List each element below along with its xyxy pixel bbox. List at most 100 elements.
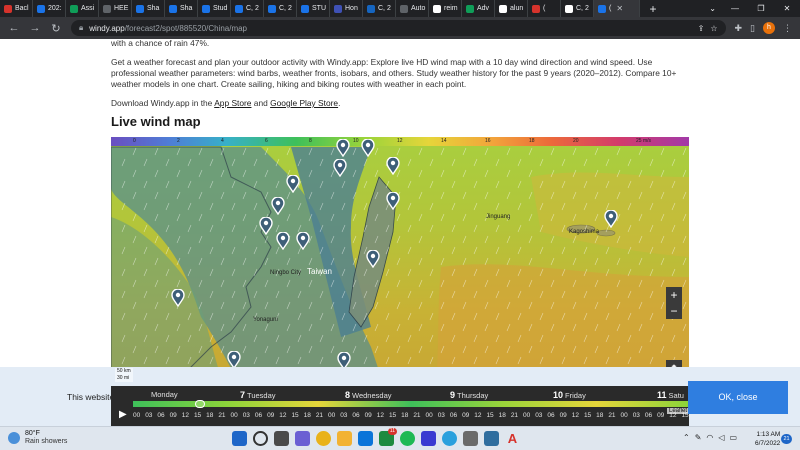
timeline-hour[interactable]: 09 (462, 410, 469, 422)
timeline-hour[interactable]: 00 (231, 410, 238, 422)
map-pin-icon[interactable] (333, 158, 347, 178)
timeline-hour[interactable]: 21 (608, 410, 615, 422)
timeline-hour[interactable]: 06 (645, 410, 652, 422)
file-explorer-icon[interactable] (337, 431, 352, 446)
timeline-hour[interactable]: 06 (157, 410, 164, 422)
map-pin-icon[interactable] (259, 216, 273, 236)
timeline-hour[interactable]: 09 (365, 410, 372, 422)
address-bar[interactable]: 🔒︎ windy.app/forecast2/spot/885520/China… (71, 20, 726, 36)
minimize-icon[interactable]: — (722, 0, 748, 17)
browser-tab[interactable]: Adv (462, 0, 495, 17)
chevron-up-icon[interactable]: ⌃ (683, 433, 690, 442)
timeline-hour[interactable]: 15 (291, 410, 298, 422)
profile-avatar[interactable]: h (763, 22, 775, 34)
timeline-handle[interactable] (195, 400, 205, 408)
map-pin-icon[interactable] (296, 231, 310, 251)
browser-tab[interactable]: ( (528, 0, 561, 17)
map-pin-icon[interactable] (336, 138, 350, 158)
browser-tab[interactable]: C, 2 (363, 0, 396, 17)
timeline-hour[interactable]: 18 (206, 410, 213, 422)
timeline-hour[interactable]: 12 (474, 410, 481, 422)
timeline-hour[interactable]: 18 (499, 410, 506, 422)
editor-icon[interactable] (421, 431, 436, 446)
tab-close-icon[interactable]: ✕ (616, 4, 623, 13)
forecast-timeline[interactable]: 50 km 30 mi Monday 7 Tuesday 8 Wednesday 9 Thur… (111, 368, 689, 426)
teams-icon[interactable] (295, 431, 310, 446)
timeline-hour[interactable]: 03 (145, 410, 152, 422)
edge-icon[interactable] (358, 431, 373, 446)
google-play-link[interactable]: Google Play Store (270, 98, 338, 108)
timeline-hour[interactable]: 15 (486, 410, 493, 422)
browser-tab[interactable]: Sha (132, 0, 165, 17)
map-pin-icon[interactable] (276, 231, 290, 251)
photos-icon[interactable] (484, 431, 499, 446)
volume-icon[interactable]: ◁ (718, 433, 724, 442)
timeline-hour[interactable]: 06 (547, 410, 554, 422)
bookmark-star-icon[interactable]: ☆ (710, 24, 717, 33)
leaflet-attribution[interactable]: Leaflet (666, 408, 689, 414)
whatsapp-icon[interactable]: 11 (379, 428, 397, 446)
timeline-hour[interactable]: 03 (340, 410, 347, 422)
timeline-hour[interactable]: 00 (328, 410, 335, 422)
timeline-hour[interactable]: 15 (194, 410, 201, 422)
timeline-hour[interactable]: 18 (401, 410, 408, 422)
timeline-hour[interactable]: 00 (133, 410, 140, 422)
sidebar-icon[interactable]: ▯ (750, 23, 755, 34)
map-pin-icon[interactable] (286, 174, 300, 194)
timeline-hour[interactable]: 12 (377, 410, 384, 422)
timeline-hour[interactable]: 21 (511, 410, 518, 422)
timeline-day[interactable]: Monday (151, 390, 178, 399)
new-tab-icon[interactable]: + (646, 2, 660, 16)
browser-tab[interactable]: alun (495, 0, 528, 17)
app-store-link[interactable]: App Store (214, 98, 251, 108)
map-pin-icon[interactable] (366, 249, 380, 269)
timeline-bar[interactable] (133, 401, 689, 407)
map-pin-icon[interactable] (386, 156, 400, 176)
timeline-hour[interactable]: 06 (352, 410, 359, 422)
timeline-hour[interactable]: 00 (523, 410, 530, 422)
pen-icon[interactable]: ✎ (695, 433, 702, 442)
forward-icon[interactable]: → (29, 22, 41, 34)
timeline-hour[interactable]: 18 (596, 410, 603, 422)
timeline-hour[interactable]: 09 (657, 410, 664, 422)
cookie-ok-button[interactable]: OK, close (688, 381, 788, 414)
wifi-icon[interactable]: ◠ (706, 433, 713, 442)
play-button[interactable]: ▶ (119, 409, 127, 420)
reload-icon[interactable]: ↻ (50, 22, 62, 35)
timeline-hour[interactable]: 09 (267, 410, 274, 422)
browser-tab[interactable]: C, 2 (561, 0, 594, 17)
browser-tab[interactable]: 202: (33, 0, 66, 17)
timeline-hour[interactable]: 12 (182, 410, 189, 422)
browser-tab[interactable]: STU (297, 0, 330, 17)
menu-icon[interactable]: ⋮ (783, 23, 792, 34)
timeline-day[interactable]: 7 Tuesday (240, 390, 276, 400)
browser-tab[interactable]: C, 2 (264, 0, 297, 17)
timeline-hour[interactable]: 12 (572, 410, 579, 422)
timeline-hour[interactable]: 03 (438, 410, 445, 422)
browser-tab[interactable]: HEE (99, 0, 132, 17)
notification-count[interactable]: 21 (781, 434, 792, 444)
map-pin-icon[interactable] (271, 196, 285, 216)
browser-tab[interactable]: Sha (165, 0, 198, 17)
timeline-hour[interactable]: 06 (255, 410, 262, 422)
timeline-hour[interactable]: 18 (304, 410, 311, 422)
maximize-icon[interactable]: ❐ (748, 0, 774, 17)
battery-icon[interactable]: ▭ (730, 433, 738, 442)
timeline-hour[interactable]: 00 (426, 410, 433, 422)
browser-tab[interactable]: Bacl (0, 0, 33, 17)
browser-tab[interactable]: Assi (66, 0, 99, 17)
timeline-hour[interactable]: 12 (279, 410, 286, 422)
zoom-out-button[interactable]: − (666, 303, 682, 319)
zoom-in-button[interactable]: + (666, 287, 682, 303)
browser-tab[interactable]: Auto (396, 0, 429, 17)
browser-tab[interactable]: reim (429, 0, 462, 17)
share-icon[interactable]: ⇪ (698, 24, 705, 33)
clock[interactable]: 1:13 AM 6/7/2022 (755, 430, 780, 448)
timeline-hour[interactable]: 21 (218, 410, 225, 422)
spotify-icon[interactable] (400, 431, 415, 446)
timeline-day[interactable]: 8 Wednesday (345, 390, 392, 400)
map-pin-icon[interactable] (171, 288, 185, 308)
timeline-hour[interactable]: 15 (584, 410, 591, 422)
browser-tab[interactable]: Hon (330, 0, 363, 17)
browser-tab[interactable]: (✕ (594, 0, 640, 17)
